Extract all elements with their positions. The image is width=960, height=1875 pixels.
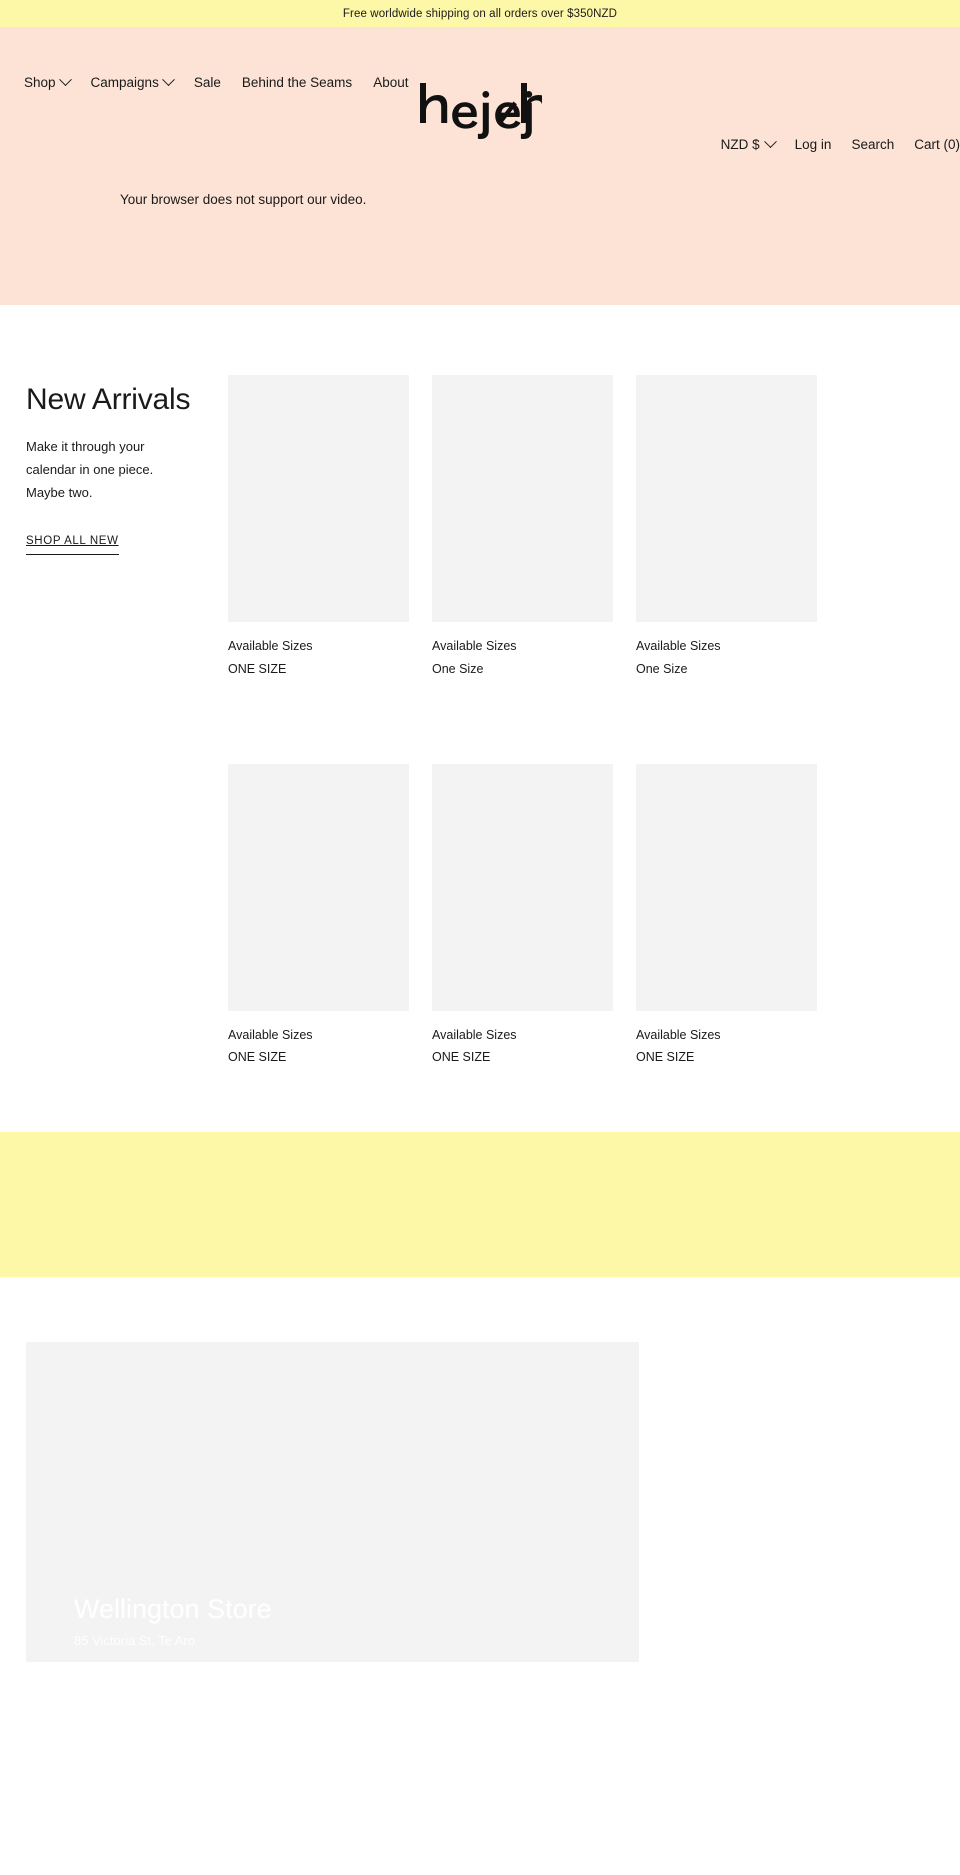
available-sizes-label: Available Sizes xyxy=(432,639,517,653)
stores-section: Wellington Store 85 Victoria St, Te Aro xyxy=(0,1277,960,1662)
shop-all-new-button[interactable]: SHOP ALL NEW xyxy=(26,535,119,556)
nav-item-behind-the-seams[interactable]: Behind the Seams xyxy=(242,75,352,90)
currency-label: NZD $ xyxy=(720,137,760,152)
login-label: Log in xyxy=(794,137,832,152)
available-sizes-label: Available Sizes xyxy=(636,639,721,653)
available-sizes-value: One Size xyxy=(636,661,688,676)
search-link[interactable]: Search xyxy=(851,137,894,152)
primary-navigation: Shop Campaigns Sale Behind the Seams Abo… xyxy=(24,73,408,90)
product-image[interactable] xyxy=(228,763,409,1011)
product-card[interactable]: Available Sizes One Size xyxy=(636,375,840,679)
product-card[interactable]: Available Sizes One Size xyxy=(432,375,636,679)
grid-row-spacer xyxy=(432,679,636,764)
nav-item-label: Behind the Seams xyxy=(241,75,353,90)
new-arrivals-intro: New Arrivals Make it through your calend… xyxy=(0,375,228,1067)
hero-video-fallback-text: Your browser does not support our video. xyxy=(120,192,367,207)
product-image[interactable] xyxy=(636,763,817,1011)
chevron-down-icon xyxy=(763,135,777,149)
available-sizes-label: Available Sizes xyxy=(432,1027,517,1042)
new-arrivals-subtitle: Make it through your calendar in one pie… xyxy=(26,439,154,500)
product-image[interactable] xyxy=(432,375,613,622)
nav-item-shop[interactable]: Shop xyxy=(24,73,72,90)
store-card[interactable]: Wellington Store 85 Victoria St, Te Aro xyxy=(26,1342,639,1662)
product-image[interactable] xyxy=(432,763,613,1011)
product-card[interactable]: Available Sizes ONE SIZE xyxy=(432,763,636,1068)
available-sizes-value: ONE SIZE xyxy=(432,1050,491,1065)
nav-item-label: Sale xyxy=(193,75,221,90)
chevron-down-icon xyxy=(58,73,72,87)
product-grid: Available Sizes ONE SIZE Available Sizes… xyxy=(228,375,960,1067)
chevron-down-icon xyxy=(161,73,175,87)
product-image[interactable] xyxy=(228,375,409,622)
store-info: Wellington Store 85 Victoria St, Te Aro xyxy=(74,1594,272,1648)
available-sizes-label: Available Sizes xyxy=(228,639,313,653)
nav-item-campaigns[interactable]: Campaigns xyxy=(90,73,175,90)
grid-row-spacer xyxy=(636,679,840,764)
nav-item-label: Campaigns xyxy=(90,75,159,90)
search-label: Search xyxy=(851,137,895,152)
announcement-text: Free worldwide shipping on all orders ov… xyxy=(342,7,618,20)
utility-navigation: NZD $ Log in Search Cart (0) xyxy=(720,135,960,152)
login-link[interactable]: Log in xyxy=(795,137,832,152)
available-sizes-value: ONE SIZE xyxy=(228,661,287,676)
nav-item-label: About xyxy=(373,75,409,90)
nav-item-label: Shop xyxy=(24,75,56,90)
cart-link[interactable]: Cart (0) xyxy=(914,137,960,152)
grid-row-spacer xyxy=(228,679,432,764)
announcement-bar: Free worldwide shipping on all orders ov… xyxy=(0,0,960,27)
site-header-hero: Shop Campaigns Sale Behind the Seams Abo… xyxy=(0,27,960,305)
product-card[interactable]: Available Sizes ONE SIZE xyxy=(228,763,432,1068)
available-sizes-label: Available Sizes xyxy=(636,1027,721,1042)
available-sizes-label: Available Sizes xyxy=(228,1027,313,1042)
product-card[interactable]: Available Sizes ONE SIZE xyxy=(636,763,840,1068)
nav-item-sale[interactable]: Sale xyxy=(194,75,221,90)
product-image[interactable] xyxy=(636,375,817,622)
currency-selector[interactable]: NZD $ xyxy=(720,135,777,152)
page-title: New Arrivals xyxy=(26,383,191,416)
nav-item-about[interactable]: About xyxy=(373,75,408,90)
yellow-promo-band xyxy=(0,1132,960,1277)
new-arrivals-section: New Arrivals Make it through your calend… xyxy=(0,305,960,1067)
available-sizes-value: ONE SIZE xyxy=(636,1050,695,1065)
available-sizes-value: One Size xyxy=(432,661,484,676)
available-sizes-value: ONE SIZE xyxy=(228,1050,287,1065)
site-logo[interactable] xyxy=(418,81,542,143)
store-address: 85 Victoria St, Te Aro xyxy=(74,1633,195,1648)
store-name: Wellington Store xyxy=(74,1593,272,1624)
product-card[interactable]: Available Sizes ONE SIZE xyxy=(228,375,432,679)
cart-label: Cart (0) xyxy=(914,137,960,152)
